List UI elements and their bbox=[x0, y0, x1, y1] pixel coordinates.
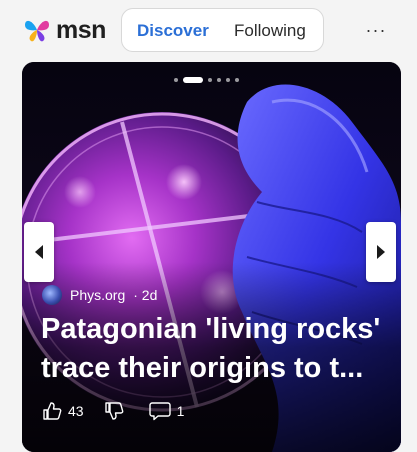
news-card[interactable]: Phys.org · 2d Patagonian 'living rocks' … bbox=[22, 62, 401, 452]
chevron-left-icon bbox=[35, 245, 43, 259]
next-slide-button[interactable] bbox=[366, 222, 396, 282]
carousel-dot[interactable] bbox=[208, 78, 212, 82]
comment-icon bbox=[148, 402, 171, 421]
source-name: Phys.org bbox=[70, 287, 126, 303]
chevron-right-icon bbox=[377, 245, 385, 259]
like-button[interactable]: 43 bbox=[42, 401, 84, 421]
butterfly-icon bbox=[25, 20, 49, 42]
like-count: 43 bbox=[68, 403, 84, 419]
article-source[interactable]: Phys.org · 2d bbox=[42, 285, 157, 305]
msn-logo[interactable]: msn bbox=[22, 10, 106, 50]
more-options-button[interactable]: ··· bbox=[360, 14, 392, 46]
feed-tabs: Discover Following bbox=[121, 8, 324, 52]
carousel-dot[interactable] bbox=[235, 78, 239, 82]
carousel-dot[interactable] bbox=[174, 78, 178, 82]
app-name: msn bbox=[56, 15, 106, 44]
carousel-dot[interactable] bbox=[226, 78, 230, 82]
carousel-dot[interactable] bbox=[217, 78, 221, 82]
comment-button[interactable]: 1 bbox=[148, 401, 185, 421]
carousel-indicator bbox=[174, 77, 239, 83]
thumbs-down-icon bbox=[104, 402, 123, 420]
publisher-logo-icon bbox=[42, 285, 62, 305]
article-headline[interactable]: Patagonian 'living rocks' trace their or… bbox=[41, 310, 386, 388]
top-bar: msn Discover Following ··· bbox=[0, 0, 417, 62]
carousel-dot-active[interactable] bbox=[183, 77, 203, 83]
thumbs-up-icon bbox=[43, 402, 62, 420]
reaction-bar: 43 1 bbox=[42, 401, 184, 421]
article-age: · 2d bbox=[133, 287, 158, 303]
tab-following[interactable]: Following bbox=[234, 21, 306, 41]
dislike-button[interactable] bbox=[104, 401, 124, 421]
comment-count: 1 bbox=[176, 403, 185, 419]
tab-discover[interactable]: Discover bbox=[137, 21, 209, 41]
previous-slide-button[interactable] bbox=[24, 222, 54, 282]
